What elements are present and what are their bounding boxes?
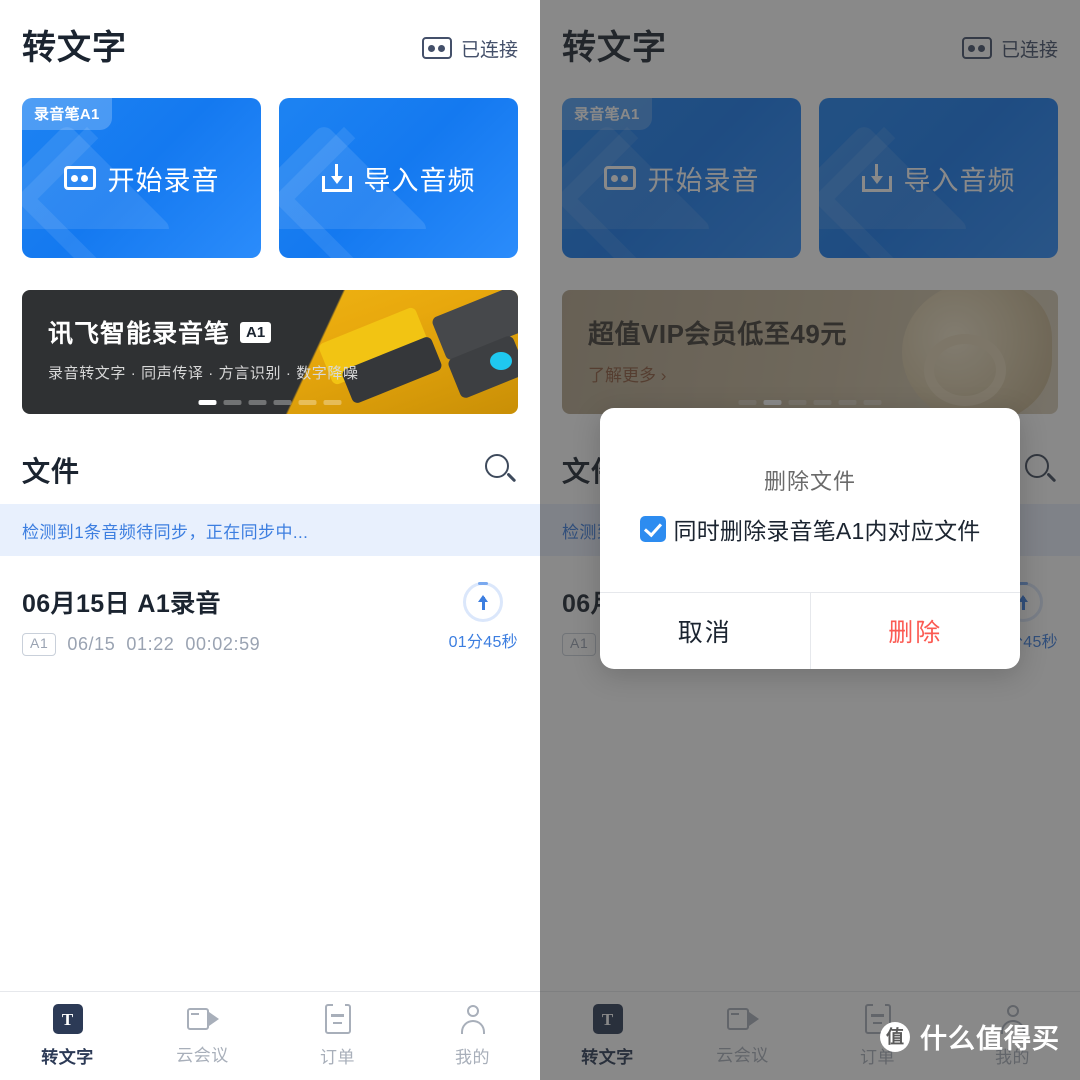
tab-label: 订单 [320,1048,355,1067]
delete-device-copy-checkbox[interactable] [639,516,666,542]
tab-label: 我的 [455,1048,490,1067]
recorder-icon [63,166,96,190]
import-audio-body: 导入音频 [321,159,476,198]
search-icon[interactable] [484,453,518,487]
right-screen: 转文字 已连接 录音笔A1 开始录音 [540,0,1080,1080]
files-section-title: 文件 [22,456,81,487]
cancel-button[interactable]: 取消 [600,593,810,669]
promo-subtitle: 录音转文字 · 同声传译 · 方言识别 · 数字降噪 [48,365,359,382]
promo-banner-recorder[interactable]: 讯飞智能录音笔 A1 录音转文字 · 同声传译 · 方言识别 · 数字降噪 [22,290,518,414]
tab-text-convert[interactable]: T 转文字 [0,1004,135,1068]
left-screen: 转文字 已连接 录音笔A1 开始录音 导入音频 讯飞智能录音笔 A1 录音转文字… [0,0,540,1080]
promo-model-chip: A1 [240,321,272,343]
start-recording-card[interactable]: 录音笔A1 开始录音 [22,98,261,258]
dialog-checkbox-label: 同时删除录音笔A1内对应文件 [673,518,981,544]
device-badge: 录音笔A1 [22,98,112,130]
import-audio-card[interactable]: 导入音频 [279,98,518,258]
file-item-meta: A1 06/15 01:22 00:02:59 [22,633,260,656]
start-recording-body: 开始录音 [63,159,220,198]
sync-notice-bar: 检测到1条音频待同步，正在同步中... [0,504,540,556]
sync-notice-text: 检测到1条音频待同步，正在同步中... [22,522,309,542]
files-section-header: 文件 [22,436,518,504]
file-item-name: 06月15日 A1录音 [22,590,221,618]
text-convert-icon: T [52,1004,83,1034]
cassette-icon [421,37,452,59]
promo-text-block: 讯飞智能录音笔 A1 录音转文字 · 同声传译 · 方言识别 · 数字降噪 [48,314,359,383]
file-item-date: 06/15 [67,633,116,654]
bottom-tabbar: T 转文字 云会议 订单 我的 [0,991,540,1080]
file-item-duration: 00:02:59 [185,633,261,654]
tab-cloud-meeting[interactable]: 云会议 [135,1006,270,1066]
device-tag: A1 [22,633,57,656]
tab-label: 转文字 [41,1048,94,1067]
promo-pagination-dots[interactable] [198,400,342,405]
dialog-actions: 取消 删除 [600,592,1020,669]
delete-file-dialog: 删除文件 同时删除录音笔A1内对应文件 取消 删除 [600,408,1020,669]
start-recording-label: 开始录音 [107,165,220,196]
connection-status-label: 已连接 [460,39,518,61]
file-item-upload-status[interactable]: 01分45秒 [449,570,518,652]
import-audio-icon [321,164,352,192]
dialog-body: 删除文件 同时删除录音笔A1内对应文件 [600,408,1020,592]
delete-button[interactable]: 删除 [809,593,1021,669]
tab-orders[interactable]: 订单 [270,1003,405,1068]
dialog-title: 删除文件 [763,469,856,494]
tab-profile[interactable]: 我的 [405,1004,540,1068]
app-header: 转文字 已连接 [0,0,540,96]
dialog-checkbox-row[interactable]: 同时删除录音笔A1内对应文件 [622,512,998,546]
promo-title: 讯飞智能录音笔 [48,320,231,348]
promo-device-decor [490,352,512,370]
user-profile-icon [458,1004,488,1034]
watermark-text: 什么值得买 [920,1024,1060,1054]
order-list-icon [324,1003,351,1034]
watermark: 值 什么值得买 [880,1017,1060,1056]
watermark-logo-icon: 值 [880,1021,910,1052]
action-card-row: 录音笔A1 开始录音 导入音频 [22,98,518,258]
tab-label: 云会议 [176,1046,229,1065]
promo-title-row: 讯飞智能录音笔 A1 [48,314,359,350]
file-list-item[interactable]: 06月15日 A1录音 A1 06/15 01:22 00:02:59 01分4… [0,570,540,666]
upload-arrow-icon [463,582,504,622]
video-camera-icon [186,1006,219,1032]
import-audio-label: 导入音频 [363,165,476,196]
page-title: 转文字 [22,29,127,67]
file-item-main: 06月15日 A1录音 A1 06/15 01:22 00:02:59 [22,570,260,656]
screenshot-stage: 转文字 已连接 录音笔A1 开始录音 导入音频 讯飞智能录音笔 A1 录音转文字… [0,0,1080,1080]
file-item-time: 01:22 [126,633,175,654]
file-item-remaining: 01分45秒 [448,634,518,651]
connection-status[interactable]: 已连接 [421,35,518,62]
